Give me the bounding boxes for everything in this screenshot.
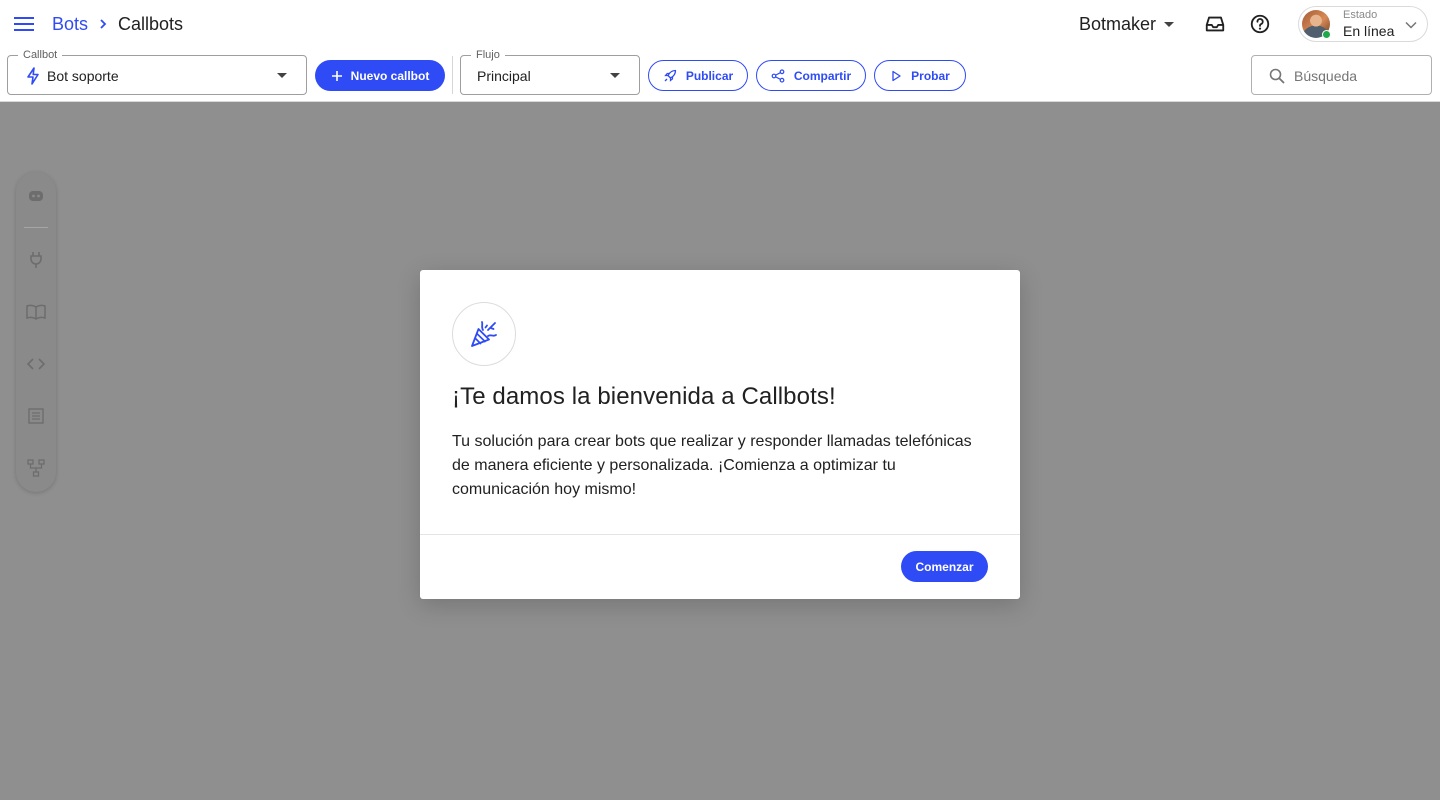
new-callbot-button[interactable]: Nuevo callbot: [315, 60, 445, 91]
chevron-right-icon: [98, 18, 108, 30]
caret-down-icon: [1164, 22, 1175, 27]
callbot-select-legend: Callbot: [18, 48, 63, 62]
search-icon: [1269, 68, 1285, 84]
toolbar-divider: [452, 56, 453, 94]
status-text: Estado En línea: [1343, 9, 1395, 39]
search-input[interactable]: [1294, 65, 1424, 87]
dialog-title: ¡Te damos la bienvenida a Callbots!: [452, 383, 836, 410]
dialog-divider: [420, 534, 1020, 535]
status-value: En línea: [1343, 23, 1395, 39]
avatar: [1302, 10, 1331, 39]
status-label: Estado: [1343, 9, 1378, 21]
callbot-select[interactable]: Callbot Bot soporte: [7, 48, 307, 95]
test-button[interactable]: Probar: [874, 60, 966, 91]
workspace-name: Botmaker: [1079, 13, 1157, 34]
search-field[interactable]: [1251, 55, 1432, 95]
page-title: Callbots: [118, 13, 184, 34]
share-button[interactable]: Compartir: [756, 60, 866, 91]
flow-select-value: Principal: [477, 68, 531, 84]
toolbar: Callbot Bot soporte Nuevo callbot Flujo …: [0, 48, 1440, 102]
list-icon[interactable]: [26, 406, 46, 426]
flow-icon[interactable]: [26, 458, 46, 478]
share-icon: [771, 68, 785, 83]
plus-icon: [331, 70, 342, 81]
dialog-body: Tu solución para crear bots que realizar…: [452, 433, 972, 498]
rocket-icon: [664, 69, 676, 82]
test-label: Probar: [911, 68, 950, 83]
hamburger-menu-icon[interactable]: [12, 12, 36, 36]
chevron-down-icon: [1405, 21, 1417, 29]
app-header: Bots Callbots Botmaker Estado En línea: [0, 0, 1440, 48]
breadcrumb-bots-link[interactable]: Bots: [52, 14, 88, 35]
robot-icon[interactable]: [26, 186, 46, 206]
help-icon[interactable]: [1248, 12, 1272, 36]
party-popper-icon: [471, 321, 497, 347]
play-icon: [892, 70, 901, 81]
code-icon[interactable]: [26, 354, 46, 374]
inbox-icon[interactable]: [1203, 12, 1227, 36]
caret-down-icon: [610, 73, 620, 78]
lightning-icon: [27, 67, 39, 85]
welcome-dialog: ¡Te damos la bienvenida a Callbots! Tu s…: [420, 270, 1020, 599]
side-rail: [16, 172, 56, 492]
rail-divider: [24, 227, 48, 228]
dialog-icon-container: [452, 302, 516, 366]
publish-button[interactable]: Publicar: [648, 60, 748, 91]
book-icon[interactable]: [26, 302, 46, 322]
callbot-select-value: Bot soporte: [47, 68, 119, 84]
flow-select[interactable]: Flujo Principal: [460, 48, 640, 95]
plug-icon[interactable]: [26, 250, 46, 270]
workspace-selector[interactable]: Botmaker: [1079, 12, 1176, 36]
new-callbot-label: Nuevo callbot: [350, 68, 430, 83]
publish-label: Publicar: [685, 68, 734, 83]
share-label: Compartir: [793, 68, 852, 83]
online-status-dot: [1322, 30, 1331, 39]
user-status-selector[interactable]: Estado En línea: [1298, 6, 1428, 42]
breadcrumb: Bots Callbots: [52, 12, 183, 36]
flow-select-legend: Flujo: [471, 48, 505, 62]
caret-down-icon: [277, 73, 287, 78]
start-button[interactable]: Comenzar: [901, 551, 988, 582]
